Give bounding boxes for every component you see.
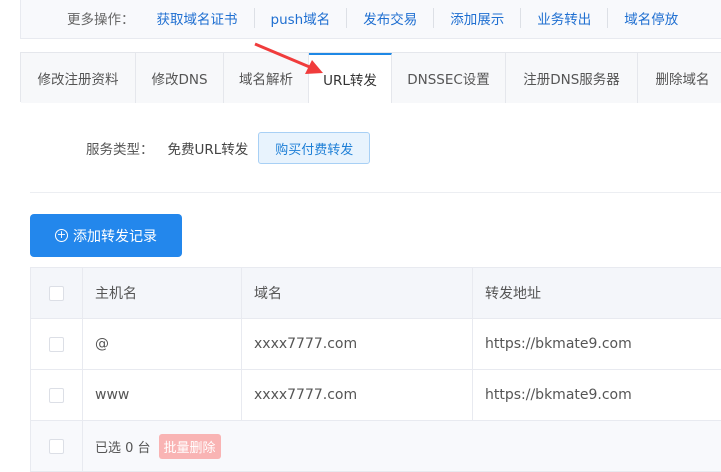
link-publish-trade[interactable]: 发布交易	[346, 8, 433, 28]
table-row: @ xxxx7777.com https://bkmate9.com	[31, 319, 721, 370]
service-type-label: 服务类型：	[86, 138, 154, 158]
link-get-certificate[interactable]: 获取域名证书	[149, 8, 254, 28]
more-actions-label: 更多操作：	[67, 8, 135, 28]
cell-domain: xxxx7777.com	[242, 370, 473, 421]
bulk-delete-button[interactable]: 批量删除	[159, 434, 221, 459]
cell-host: @	[83, 319, 242, 370]
plus-circle-icon: +	[55, 229, 68, 242]
cell-domain: xxxx7777.com	[242, 319, 473, 370]
link-add-display[interactable]: 添加展示	[433, 8, 520, 28]
cell-host: www	[83, 370, 242, 421]
more-actions-bar: 更多操作： 获取域名证书 push域名 发布交易 添加展示 业务转出 域名停放	[20, 0, 721, 39]
link-transfer-out[interactable]: 业务转出	[520, 8, 607, 28]
annotation-arrow-icon	[250, 40, 330, 80]
header-forward-url: 转发地址	[473, 268, 721, 319]
forwarding-table: 主机名 域名 转发地址 @ xxxx7777.com https://bkmat…	[30, 267, 721, 472]
select-all-checkbox[interactable]	[49, 286, 64, 301]
header-host: 主机名	[83, 268, 242, 319]
tab-register-dns-server[interactable]: 注册DNS服务器	[506, 53, 638, 103]
row-checkbox[interactable]	[49, 337, 64, 352]
divider	[30, 192, 721, 193]
tab-bar: 修改注册资料 修改DNS 域名解析 URL转发 DNSSEC设置 注册DNS服务…	[20, 52, 721, 102]
link-domain-parking[interactable]: 域名停放	[607, 8, 694, 28]
row-checkbox[interactable]	[49, 388, 64, 403]
cell-forward-url: https://bkmate9.com	[473, 319, 721, 370]
table-header: 主机名 域名 转发地址	[31, 268, 721, 319]
add-forwarding-record-button[interactable]: + 添加转发记录	[30, 214, 182, 257]
tab-delete-domain[interactable]: 删除域名	[638, 53, 721, 103]
footer-checkbox[interactable]	[49, 439, 64, 454]
tab-edit-registration[interactable]: 修改注册资料	[21, 53, 136, 103]
service-type-row: 服务类型： 免费URL转发 购买付费转发	[86, 132, 370, 164]
cell-forward-url: https://bkmate9.com	[473, 370, 721, 421]
link-push-domain[interactable]: push域名	[254, 8, 347, 28]
buy-paid-forwarding-button[interactable]: 购买付费转发	[258, 132, 370, 164]
add-button-label: 添加转发记录	[73, 226, 157, 246]
table-footer: 已选 0 台批量删除	[31, 421, 721, 472]
table-row: www xxxx7777.com https://bkmate9.com	[31, 370, 721, 421]
selected-count: 已选 0 台	[95, 441, 151, 456]
tab-edit-dns[interactable]: 修改DNS	[136, 53, 224, 103]
header-domain: 域名	[242, 268, 473, 319]
service-type-value: 免费URL转发	[168, 138, 249, 158]
tab-dnssec[interactable]: DNSSEC设置	[392, 53, 506, 103]
